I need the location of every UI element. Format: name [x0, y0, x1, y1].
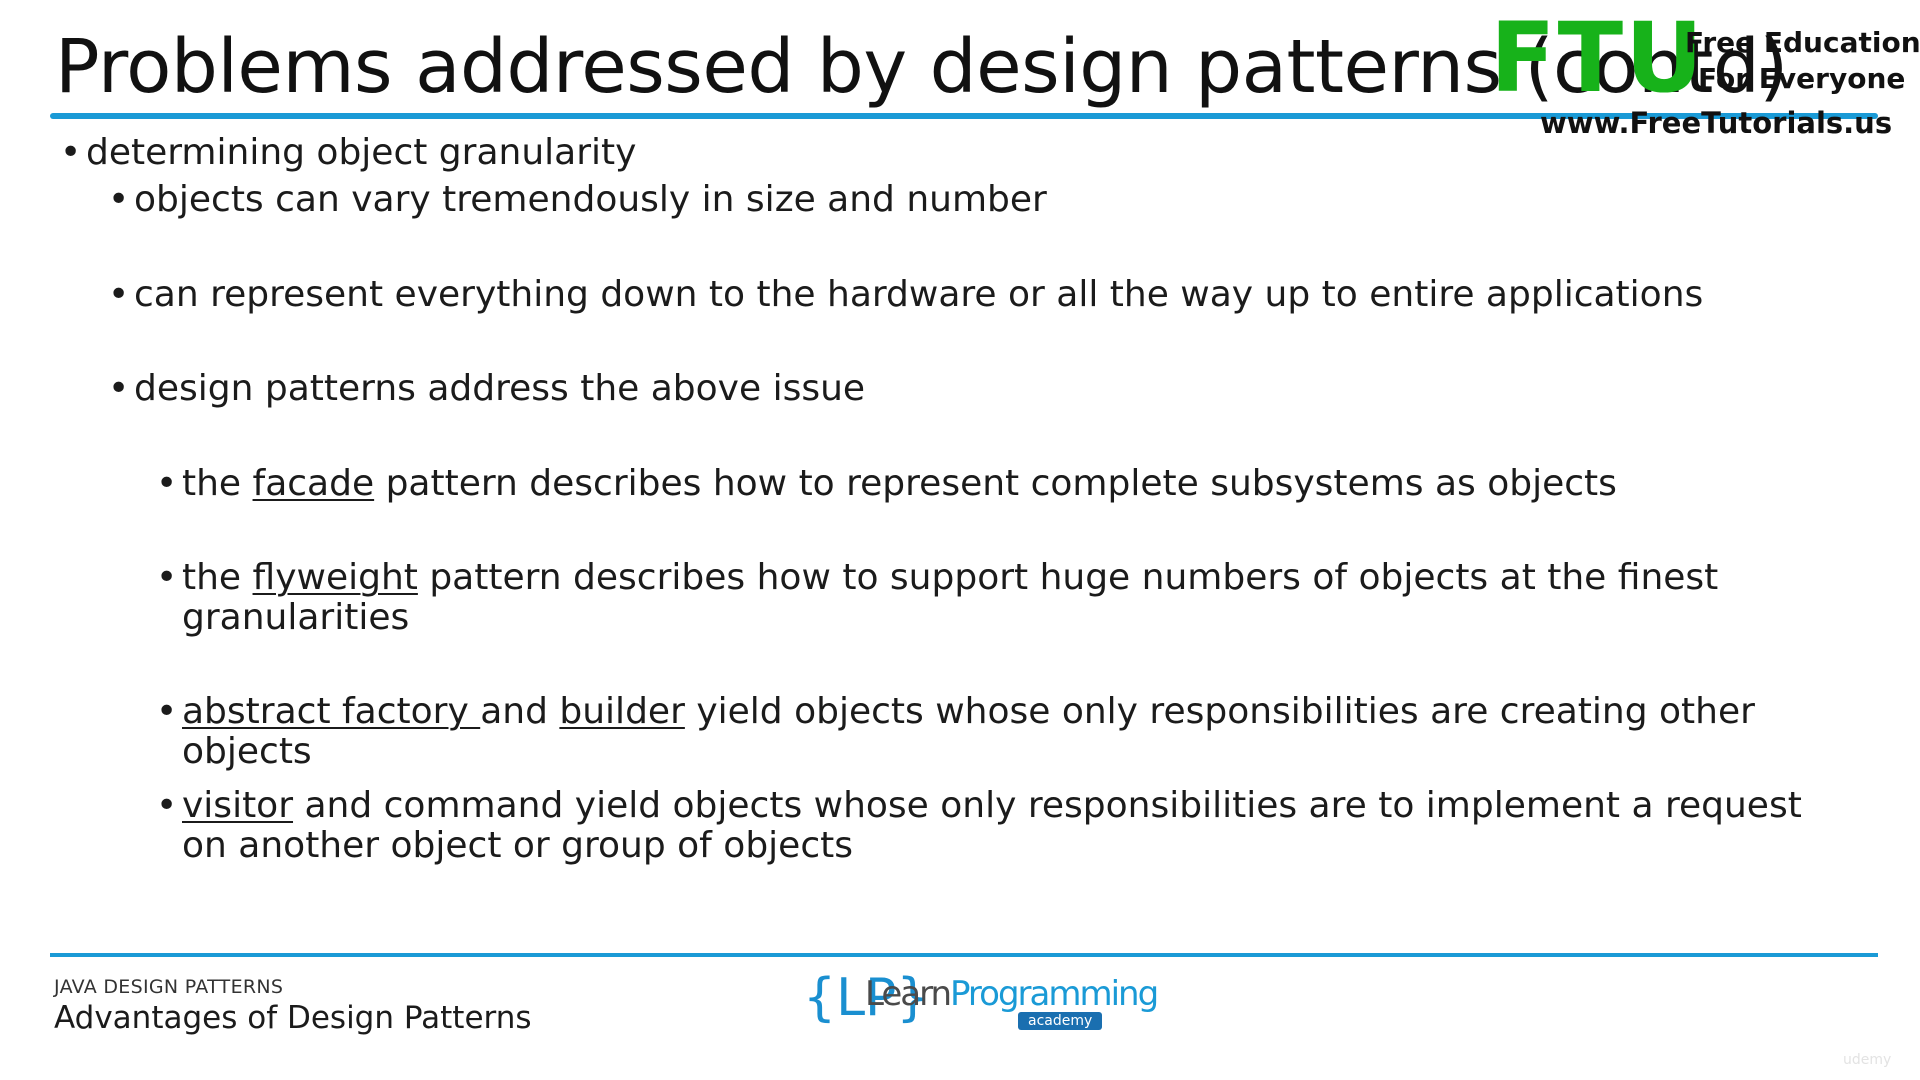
bullet-dot: •	[156, 691, 178, 732]
underlined-term: flyweight	[252, 557, 418, 598]
learn-programming-academy-logo: {LP} LearnProgramming academy	[803, 968, 1159, 1034]
footer-rule	[50, 953, 1878, 957]
ftu-letters: FTU	[1490, 2, 1706, 114]
underlined-term: facade	[252, 463, 375, 504]
bullet-dot: •	[156, 463, 178, 504]
bullet-item: • can represent everything down to the ha…	[108, 274, 1834, 315]
logo-programming: Programming	[950, 974, 1159, 1014]
underlined-term: abstract factory	[182, 691, 481, 732]
logo-learn: Learn	[865, 974, 952, 1014]
bullet-item: • objects can vary tremendously in size a…	[108, 179, 1834, 220]
bullet-dot: •	[108, 368, 130, 409]
bullet-text: objects can vary tremendously in size an…	[134, 179, 1047, 220]
ftu-tagline-2: For Everyone	[1698, 62, 1906, 95]
bullet-item: • the facade pattern describes how to rep…	[156, 463, 1842, 504]
bullet-text: determining object granularity	[86, 132, 637, 173]
ftu-tagline-1: Free Education	[1685, 26, 1920, 59]
bullet-text: pattern describes how to represent compl…	[374, 463, 1617, 504]
bullet-text: design patterns address the above issue	[134, 368, 866, 409]
ftu-watermark-logo: FTU Free Education For Everyone www.Free…	[1490, 2, 1920, 140]
bullet-text: the	[182, 463, 253, 504]
bullet-text: can represent everything down to the har…	[134, 274, 1704, 315]
bullet-text: and command yield objects whose only res…	[182, 785, 1802, 866]
underlined-term: builder	[559, 691, 685, 732]
logo-wordmark: LearnProgramming	[865, 974, 1159, 1014]
bullet-text: the	[182, 557, 253, 598]
bullet-item: • abstract factory and builder yield obje…	[156, 691, 1842, 772]
bullet-dot: •	[60, 132, 82, 173]
slide: Problems addressed by design patterns (c…	[0, 0, 1920, 1080]
udemy-watermark: udemy	[1843, 1052, 1892, 1068]
bullet-dot: •	[156, 557, 178, 598]
lecture-title: Advantages of Design Patterns	[54, 1000, 532, 1036]
bullet-item: • determining object granularity	[60, 132, 637, 173]
bullet-text: and	[480, 691, 560, 732]
bullet-dot: •	[156, 785, 178, 826]
underlined-term: visitor	[182, 785, 294, 826]
course-name: JAVA DESIGN PATTERNS	[54, 976, 284, 998]
logo-academy-tag: academy	[1018, 1012, 1103, 1030]
bullet-dot: •	[108, 274, 130, 315]
bullet-item: • design patterns address the above issue	[108, 368, 1834, 409]
bullet-item: • the flyweight pattern describes how to …	[156, 557, 1842, 638]
bullet-dot: •	[108, 179, 130, 220]
ftu-url: www.FreeTutorials.us	[1540, 106, 1893, 140]
bullet-item: • visitor and command yield objects whose…	[156, 785, 1842, 866]
